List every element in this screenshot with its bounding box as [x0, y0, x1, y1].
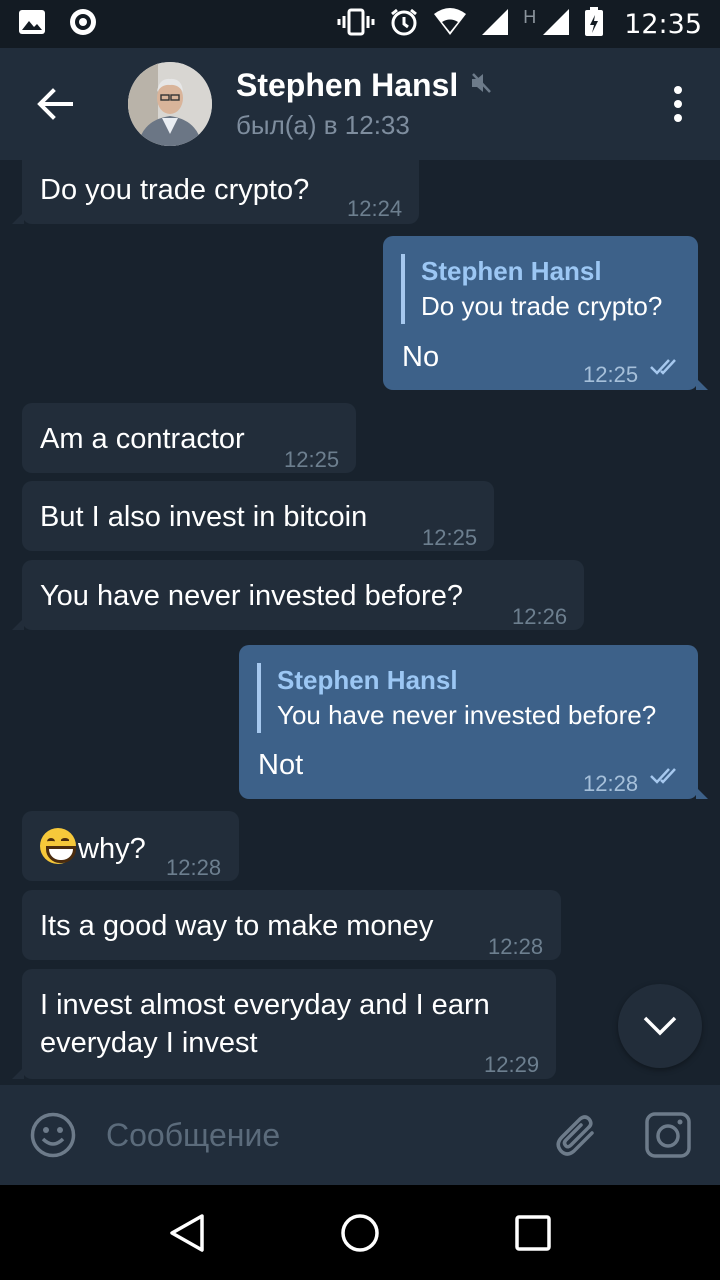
outgoing-message[interactable]: Stephen Hansl You have never invested be… [239, 645, 708, 799]
message-text-line-2: everyday I invest [40, 1027, 258, 1059]
chat-header: Stephen Hansl был(а) в 12:33 [0, 48, 720, 160]
nav-home-button[interactable] [330, 1203, 390, 1263]
signal-icon [481, 8, 509, 41]
message-text: why? [78, 833, 146, 865]
paperclip-icon [556, 1115, 594, 1156]
read-checks-icon [650, 359, 676, 375]
system-navigation-bar [0, 1185, 720, 1280]
more-dot [674, 100, 682, 108]
message-time: 12:25 [422, 525, 478, 550]
signal-icon-2 [542, 8, 570, 41]
nav-recents-button[interactable] [503, 1203, 563, 1263]
message-time: 12:25 [583, 362, 639, 387]
incoming-message[interactable]: I invest almost everyday and I earn ever… [12, 969, 556, 1079]
message-time: 12:26 [512, 604, 568, 629]
reply-author: Stephen Hansl [421, 256, 602, 286]
message-time: 12:28 [583, 771, 639, 796]
nav-back-button[interactable] [157, 1203, 217, 1263]
incoming-message[interactable]: Its a good way to make money 12:28 [22, 890, 561, 960]
message-time: 12:25 [284, 447, 340, 472]
message-input[interactable] [106, 1116, 526, 1154]
outgoing-message[interactable]: Stephen Hansl Do you trade crypto? No 12… [383, 236, 708, 390]
wifi-icon [433, 7, 467, 41]
grinning-face-emoji [40, 828, 76, 864]
camera-icon [645, 1112, 691, 1158]
reply-quote[interactable]: Stephen Hansl You have never invested be… [257, 663, 656, 733]
status-bar: H 12:35 [0, 0, 720, 48]
back-arrow-icon [37, 88, 73, 120]
message-text-line-1: I invest almost everyday and I earn [40, 989, 490, 1021]
reply-text: You have never invested before? [277, 700, 657, 730]
scroll-to-bottom-button[interactable] [618, 984, 702, 1068]
gallery-notification-icon [18, 9, 46, 40]
message-composer [0, 1085, 720, 1185]
last-seen-status: был(а) в 12:33 [236, 110, 410, 140]
message-text: Not [258, 749, 304, 781]
reply-text: Do you trade crypto? [421, 291, 663, 321]
vibrate-icon [337, 8, 375, 41]
square-recents-icon [515, 1214, 552, 1251]
more-dot [674, 114, 682, 122]
message-text: No [402, 341, 440, 373]
message-text: But I also invest in bitcoin [40, 501, 368, 533]
incoming-message[interactable]: Am a contractor 12:25 [22, 403, 356, 473]
message-content: why? [40, 828, 146, 868]
emoji-button[interactable] [0, 1085, 106, 1185]
message-time: 12:28 [166, 855, 222, 880]
message-time: 12:29 [484, 1052, 540, 1077]
alarm-icon [389, 7, 419, 42]
chevron-down-icon [643, 1016, 677, 1036]
incoming-message[interactable]: You have never invested before? 12:26 [12, 560, 584, 630]
triangle-back-icon [169, 1213, 204, 1252]
back-button[interactable] [0, 48, 110, 160]
more-dots-icon [674, 86, 682, 94]
battery-icon [584, 6, 604, 42]
message-text: Am a contractor [40, 423, 245, 455]
reply-author: Stephen Hansl [277, 665, 458, 695]
read-checks-icon [650, 768, 676, 784]
message-time: 12:24 [347, 196, 403, 221]
status-time: 12:35 [624, 8, 702, 40]
muted-icon [470, 71, 492, 100]
message-text: Do you trade crypto? [40, 174, 310, 206]
circle-home-icon [341, 1213, 379, 1252]
message-text: You have never invested before? [40, 580, 463, 612]
incoming-message[interactable]: why? 12:28 [22, 811, 239, 881]
camera-button[interactable] [640, 1107, 696, 1163]
reply-quote[interactable]: Stephen Hansl Do you trade crypto? [401, 254, 662, 324]
network-type-label: H [523, 6, 537, 27]
message-text: Its a good way to make money [40, 910, 434, 942]
incoming-message[interactable]: But I also invest in bitcoin 12:25 [22, 481, 494, 551]
message-list[interactable]: Do you trade crypto? 12:24 Stephen Hansl… [0, 160, 720, 1085]
avatar[interactable] [128, 62, 212, 146]
incoming-message[interactable]: Do you trade crypto? 12:24 [12, 160, 419, 224]
attach-button[interactable] [548, 1107, 604, 1163]
security-app-notification-icon [68, 7, 98, 42]
smiley-icon [30, 1112, 76, 1158]
more-options-button[interactable] [666, 86, 690, 122]
chat-title[interactable]: Stephen Hansl [236, 67, 458, 104]
message-time: 12:28 [488, 934, 544, 959]
